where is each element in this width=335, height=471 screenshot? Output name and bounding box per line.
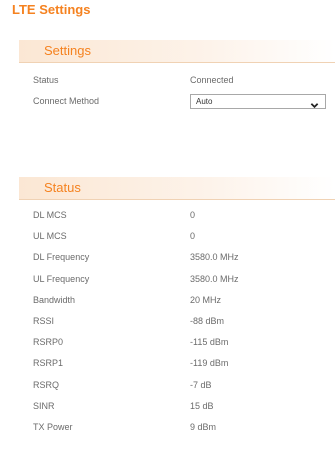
- page-title: LTE Settings: [12, 2, 91, 17]
- status-row-value: -7 dB: [190, 380, 212, 390]
- status-row-label: UL MCS: [33, 231, 67, 241]
- status-section-title: Status: [44, 180, 81, 195]
- status-row-value: 0: [190, 210, 196, 220]
- status-value: Connected: [190, 75, 234, 85]
- status-row-value: 0: [190, 231, 196, 241]
- status-section: Status: [19, 177, 335, 200]
- status-row-value: -88 dBm: [190, 316, 225, 326]
- connect-method-selected-value: Auto: [196, 97, 213, 106]
- chevron-down-icon: [310, 97, 319, 115]
- status-row-value: 3580.0 MHz: [190, 252, 239, 262]
- connect-method-select[interactable]: Auto: [190, 94, 326, 109]
- status-row-label: TX Power: [33, 422, 73, 432]
- settings-section: Settings: [19, 40, 335, 63]
- lte-settings-page: LTE Settings Settings Status Connected C…: [0, 0, 335, 471]
- status-row-value: 20 MHz: [190, 295, 222, 305]
- status-row-label: Bandwidth: [33, 295, 76, 305]
- status-row-value: 9 dBm: [190, 422, 217, 432]
- connect-method-label: Connect Method: [33, 96, 100, 106]
- status-row-value: 3580.0 MHz: [190, 274, 239, 284]
- status-row-label: DL Frequency: [33, 252, 90, 262]
- settings-section-title: Settings: [44, 43, 91, 58]
- status-row-label: RSSI: [33, 316, 55, 326]
- status-row-value: -119 dBm: [190, 358, 229, 368]
- status-row-label: UL Frequency: [33, 274, 90, 284]
- status-row-value: 15 dB: [190, 401, 214, 411]
- status-row-label: RSRP0: [33, 337, 64, 347]
- status-row-label: RSRQ: [33, 380, 60, 390]
- status-row-label: DL MCS: [33, 210, 67, 220]
- status-section-header: Status: [19, 177, 335, 200]
- status-row-label: SINR: [33, 401, 55, 411]
- settings-section-header: Settings: [19, 40, 335, 63]
- status-label: Status: [33, 75, 59, 85]
- status-row-label: RSRP1: [33, 358, 64, 368]
- status-row-value: -115 dBm: [190, 337, 229, 347]
